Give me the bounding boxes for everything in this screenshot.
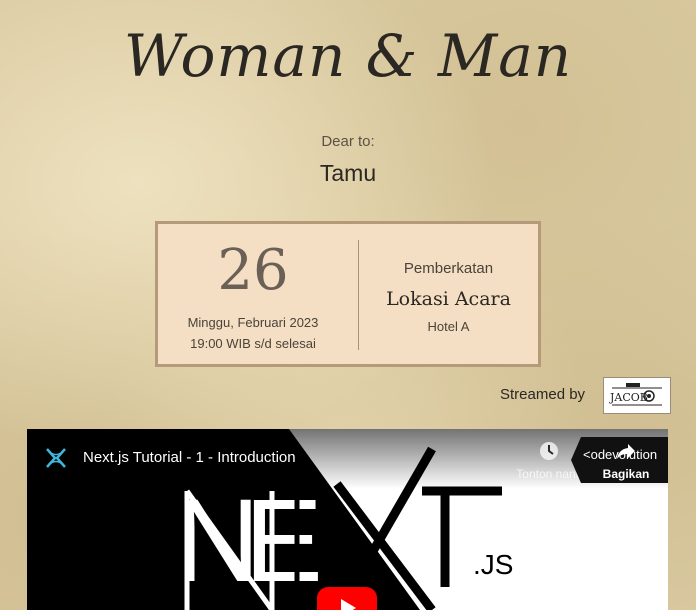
youtube-video-player[interactable]: NE .JS Next.js Tutorial - 1 - Introducti… [27, 429, 668, 610]
event-date-block: 26 Minggu, Februari 2023 19:00 WIB s/d s… [158, 224, 358, 364]
event-type: Pemberkatan [403, 260, 494, 277]
jacob-logo: JACOB [603, 377, 671, 414]
event-info-block: Pemberkatan Lokasi Acara Hotel A [359, 224, 538, 364]
share-button[interactable]: Bagikan [590, 441, 662, 481]
event-time-line: 19:00 WIB s/d selesai [190, 336, 316, 351]
play-icon [317, 587, 377, 610]
logo-lettering: JACOB [609, 391, 648, 404]
play-button[interactable] [317, 587, 377, 610]
thumbnail-js-text: .JS [473, 549, 514, 580]
dear-to-label: Dear to: [321, 133, 375, 150]
couple-names-title: Woman & Man [123, 22, 573, 90]
channel-icon[interactable] [41, 443, 71, 473]
event-card: 26 Minggu, Februari 2023 19:00 WIB s/d s… [155, 221, 541, 367]
share-arrow-icon [617, 444, 635, 459]
event-day: 26 [217, 238, 289, 303]
clock-icon [540, 442, 558, 460]
event-venue: Hotel A [427, 319, 470, 334]
event-date-line: Minggu, Februari 2023 [187, 315, 319, 330]
event-location: Lokasi Acara [386, 288, 511, 310]
share-label: Bagikan [602, 467, 650, 481]
video-title-link[interactable]: Next.js Tutorial - 1 - Introduction [83, 449, 296, 466]
guest-name: Tamu [319, 160, 377, 186]
thumbnail-next-left: NE [175, 475, 325, 607]
streamed-by-label: Streamed by [500, 386, 586, 403]
